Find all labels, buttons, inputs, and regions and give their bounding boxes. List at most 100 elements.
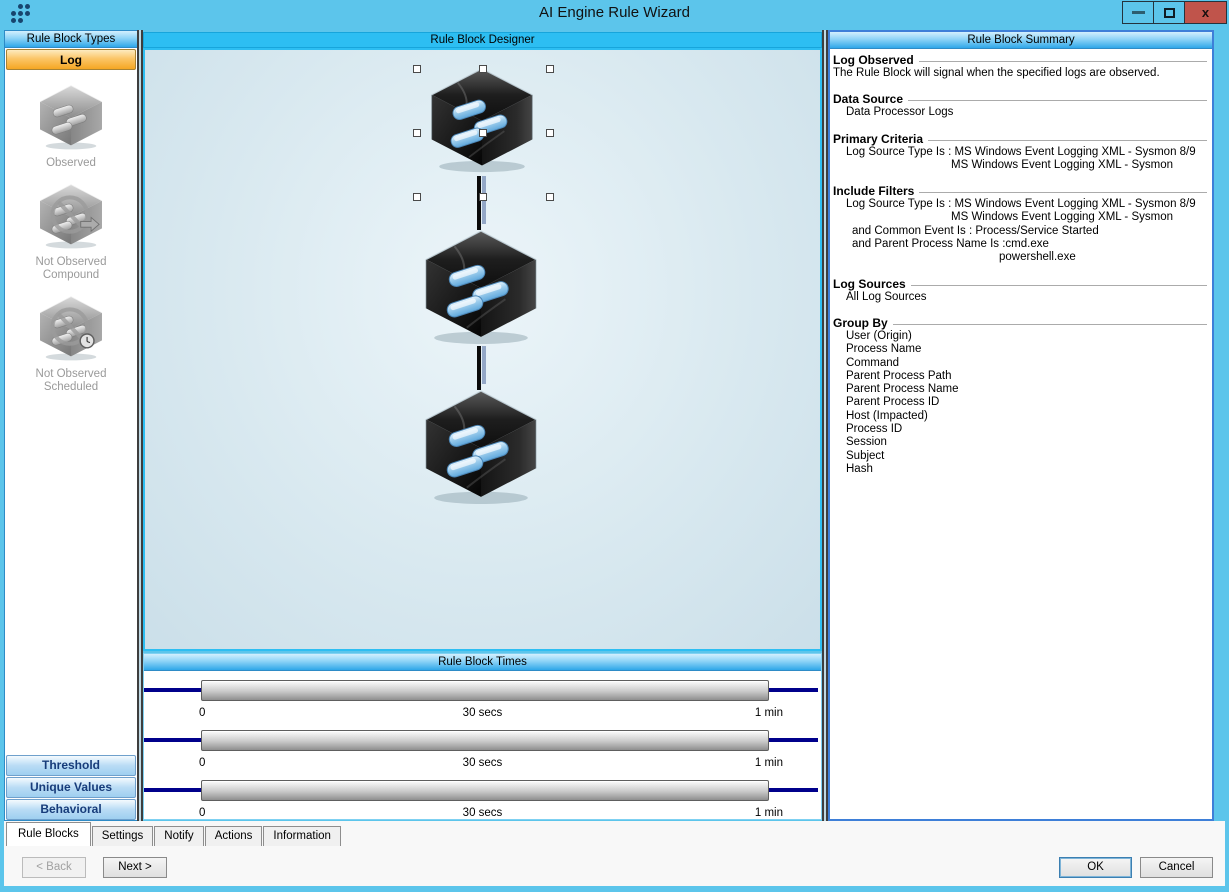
category-behavioral-button[interactable]: Behavioral <box>6 799 136 820</box>
section-rule-line <box>908 100 1207 101</box>
minimize-icon <box>1132 11 1145 14</box>
cube-not-observed-scheduled-icon <box>35 295 107 361</box>
section-rule-line <box>919 192 1207 193</box>
summary-line: Parent Process ID <box>833 396 1209 409</box>
rule-block-type-item[interactable]: Not Observed Compound <box>5 183 137 282</box>
rule-block-type-item[interactable]: Not Observed Scheduled <box>5 295 137 394</box>
maximize-icon <box>1164 8 1175 18</box>
tab-information[interactable]: Information <box>263 826 341 846</box>
block-connector-line <box>477 176 486 230</box>
tab-actions[interactable]: Actions <box>205 826 263 846</box>
selection-handle[interactable] <box>413 193 421 201</box>
slider-range-bar[interactable] <box>201 780 769 801</box>
summary-line: Host (Impacted) <box>833 410 1209 423</box>
slider-mid-label: 30 secs <box>144 707 821 719</box>
summary-line: Log Source Type Is : MS Windows Event Lo… <box>833 146 1209 159</box>
summary-line: MS Windows Event Logging XML - Sysmon <box>833 211 1209 224</box>
rule-block-times-body: 0 30 secs 1 min 0 30 secs 1 min 0 30 sec… <box>144 671 821 828</box>
slider-labels: 0 30 secs 1 min <box>144 707 821 721</box>
summary-line: Parent Process Name <box>833 383 1209 396</box>
slider-labels: 0 30 secs 1 min <box>144 757 821 771</box>
tab-notify[interactable]: Notify <box>154 826 203 846</box>
selection-handle[interactable] <box>413 65 421 73</box>
rule-block-cube-2[interactable] <box>420 228 542 345</box>
rule-block-summary-header: Rule Block Summary <box>830 32 1212 49</box>
next-button[interactable]: Next > <box>103 857 167 878</box>
summary-section-title: Log Sources <box>833 277 906 291</box>
section-rule-line <box>893 324 1207 325</box>
category-buttons: ThresholdUnique ValuesBehavioral <box>5 754 137 820</box>
summary-line: All Log Sources <box>833 291 1209 304</box>
rule-block-cube-1[interactable] <box>426 66 538 173</box>
summary-section-title: Include Filters <box>833 184 914 198</box>
summary-section: Group ByUser (Origin)Process NameCommand… <box>833 316 1209 476</box>
summary-line: powershell.exe <box>833 251 1209 264</box>
back-button[interactable]: < Back <box>22 857 86 878</box>
tab-settings[interactable]: Settings <box>92 826 154 846</box>
rule-block-types-header: Rule Block Types <box>5 31 137 48</box>
slider-range-bar[interactable] <box>201 730 769 751</box>
rule-block-type-label: Not Observed Scheduled <box>5 368 137 394</box>
slider-range-bar[interactable] <box>201 680 769 701</box>
selection-handle[interactable] <box>413 129 421 137</box>
summary-section-title: Data Source <box>833 92 903 106</box>
selection-handle[interactable] <box>479 129 487 137</box>
rule-block-cube-3[interactable] <box>420 388 542 505</box>
close-button[interactable]: x <box>1184 1 1227 24</box>
selection-handle[interactable] <box>479 193 487 201</box>
section-rule-line <box>919 61 1207 62</box>
rule-block-type-label: Observed <box>5 157 137 170</box>
summary-line: Process ID <box>833 423 1209 436</box>
ok-button[interactable]: OK <box>1059 857 1132 878</box>
summary-line: Log Source Type Is : MS Windows Event Lo… <box>833 198 1209 211</box>
rule-block-type-list: Observed Not Observed Compound Not Obser… <box>5 71 137 754</box>
section-rule-line <box>928 140 1207 141</box>
summary-line: Process Name <box>833 343 1209 356</box>
rule-block-designer-canvas[interactable] <box>143 48 822 651</box>
rule-block-designer-header: Rule Block Designer <box>143 32 822 48</box>
summary-section: Data SourceData Processor Logs <box>833 92 1209 119</box>
tab-rule-blocks[interactable]: Rule Blocks <box>6 822 91 846</box>
rule-block-summary-body: Log ObservedThe Rule Block will signal w… <box>830 49 1212 488</box>
window-controls: x <box>1122 1 1227 24</box>
summary-section: Log ObservedThe Rule Block will signal w… <box>833 53 1209 80</box>
rule-block-times-header: Rule Block Times <box>144 654 821 671</box>
summary-line: Parent Process Path <box>833 370 1209 383</box>
cube-not-observed-compound-icon <box>35 183 107 249</box>
selection-handle[interactable] <box>479 65 487 73</box>
category-log-button[interactable]: Log <box>6 49 136 70</box>
wizard-tabs: Rule BlocksSettingsNotifyActionsInformat… <box>6 821 342 846</box>
slider-max-label: 1 min <box>755 707 783 719</box>
rule-block-type-item[interactable]: Observed <box>5 84 137 170</box>
cancel-button[interactable]: Cancel <box>1140 857 1213 878</box>
maximize-button[interactable] <box>1153 1 1184 24</box>
slider-mid-label: 30 secs <box>144 807 821 819</box>
selection-handle[interactable] <box>546 129 554 137</box>
summary-section: Include FiltersLog Source Type Is : MS W… <box>833 184 1209 264</box>
summary-line: and Parent Process Name Is :cmd.exe <box>833 238 1209 251</box>
window-title: AI Engine Rule Wizard <box>0 0 1229 26</box>
bottom-strip: Rule BlocksSettingsNotifyActionsInformat… <box>4 821 1225 886</box>
rule-block-types-panel: Rule Block Types Log Observed Not Observ… <box>4 30 138 821</box>
rule-block-time-slider-1: 0 30 secs 1 min <box>144 678 821 728</box>
rule-block-summary-panel: Rule Block Summary Log ObservedThe Rule … <box>828 30 1214 821</box>
summary-line: Data Processor Logs <box>833 106 1209 119</box>
rule-block-type-label: Not Observed Compound <box>5 256 137 282</box>
titlebar: AI Engine Rule Wizard x <box>0 0 1229 28</box>
block-connector-line <box>477 346 486 390</box>
summary-line: Session <box>833 436 1209 449</box>
cube-observed-icon <box>35 84 107 150</box>
category-threshold-button[interactable]: Threshold <box>6 755 136 776</box>
category-unique-values-button[interactable]: Unique Values <box>6 777 136 798</box>
summary-section: Log SourcesAll Log Sources <box>833 277 1209 304</box>
selection-handle[interactable] <box>546 193 554 201</box>
summary-line: and Common Event Is : Process/Service St… <box>833 225 1209 238</box>
summary-section: Primary CriteriaLog Source Type Is : MS … <box>833 132 1209 173</box>
summary-section-title: Primary Criteria <box>833 132 923 146</box>
summary-line: Subject <box>833 450 1209 463</box>
slider-max-label: 1 min <box>755 807 783 819</box>
selection-handle[interactable] <box>546 65 554 73</box>
rule-block-time-slider-2: 0 30 secs 1 min <box>144 728 821 778</box>
summary-line: Command <box>833 357 1209 370</box>
minimize-button[interactable] <box>1122 1 1153 24</box>
